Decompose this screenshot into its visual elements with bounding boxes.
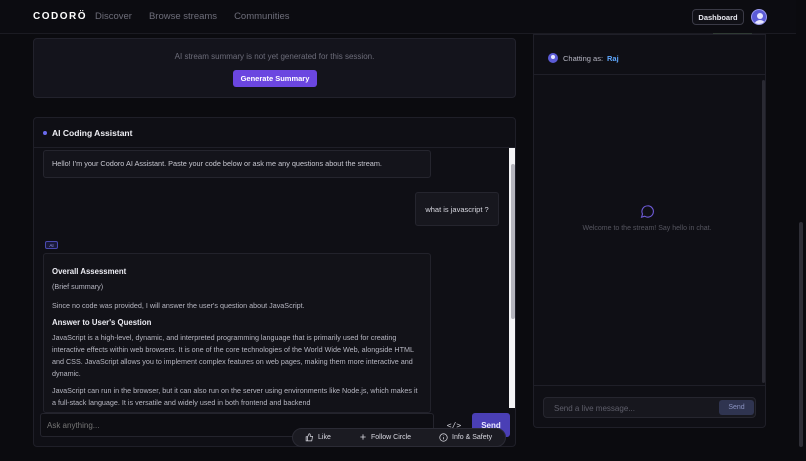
- chat-identity-bar: Chatting as: Raj: [534, 35, 765, 75]
- avatar-head: [757, 13, 763, 19]
- logo[interactable]: CODORÖ: [33, 11, 87, 22]
- follow-label: Follow Circle: [371, 433, 412, 441]
- chat-send-button[interactable]: Send: [719, 400, 754, 415]
- page-scrollbar[interactable]: [796, 0, 806, 461]
- live-message-input[interactable]: Send a live message... Send: [543, 397, 756, 418]
- info-icon: [439, 433, 448, 442]
- response-brief: (Brief summary): [52, 282, 104, 291]
- live-message-placeholder: Send a live message...: [554, 404, 635, 413]
- response-heading-answer: Answer to User's Question: [52, 318, 152, 327]
- nav-communities[interactable]: Communities: [234, 11, 289, 22]
- main-nav: Discover Browse streams Communities: [95, 11, 290, 22]
- page-scrollbar-thumb[interactable]: [799, 222, 803, 447]
- follow-circle-button[interactable]: Follow Circle: [359, 433, 411, 441]
- ai-response-message: Overall Assessment (Brief summary) Since…: [43, 253, 431, 413]
- response-paragraph: JavaScript is a high-level, dynamic, and…: [52, 333, 414, 378]
- user-message: what is javascript ?: [415, 192, 499, 226]
- ai-badge: AI: [45, 241, 58, 249]
- stream-summary-panel: AI stream summary is not yet generated f…: [33, 38, 516, 98]
- like-label: Like: [318, 434, 331, 441]
- dashboard-button[interactable]: Dashboard: [692, 9, 744, 25]
- chat-username: Raj: [607, 54, 619, 63]
- nav-discover[interactable]: Discover: [95, 11, 132, 22]
- info-safety-button[interactable]: Info & Safety: [439, 433, 492, 442]
- top-navigation-bar: CODORÖ Discover Browse streams Communiti…: [0, 0, 806, 34]
- live-chat-panel: Chatting as: Raj Welcome to the stream! …: [533, 34, 766, 428]
- assistant-greeting-message: Hello! I'm your Codoro AI Assistant. Pas…: [43, 150, 431, 178]
- avatar-body: [754, 20, 766, 24]
- ai-assistant-panel: AI Coding Assistant Hello! I'm your Codo…: [33, 117, 516, 447]
- summary-status-text: AI stream summary is not yet generated f…: [174, 52, 375, 61]
- chat-bubble-icon: [640, 204, 655, 224]
- assistant-header: AI Coding Assistant: [34, 118, 515, 148]
- chat-divider: [534, 385, 765, 386]
- info-label: Info & Safety: [452, 434, 493, 441]
- assistant-title: AI Coding Assistant: [52, 128, 133, 138]
- chat-scrollbar[interactable]: [762, 80, 765, 383]
- generate-summary-button[interactable]: Generate Summary: [233, 70, 317, 87]
- stream-action-bar: Like Follow Circle Info & Safety: [292, 428, 506, 447]
- response-paragraph: Since no code was provided, I will answe…: [52, 301, 305, 310]
- nav-browse-streams[interactable]: Browse streams: [149, 11, 217, 22]
- like-button[interactable]: Like: [305, 433, 331, 442]
- status-dot: [43, 131, 47, 135]
- user-avatar[interactable]: [751, 9, 767, 25]
- chat-tab-indicator: [713, 26, 752, 34]
- chat-avatar: [548, 53, 558, 63]
- thumbs-up-icon: [305, 433, 314, 442]
- response-heading-assessment: Overall Assessment: [52, 267, 127, 276]
- chatting-as-label: Chatting as:: [563, 54, 604, 63]
- plus-icon: [359, 433, 367, 441]
- assistant-scrollbar-thumb[interactable]: [511, 164, 515, 319]
- chat-welcome-text: Welcome to the stream! Say hello in chat…: [582, 225, 712, 232]
- response-paragraph: JavaScript can run in the browser, but i…: [52, 386, 418, 407]
- assistant-scrollbar[interactable]: [509, 148, 515, 408]
